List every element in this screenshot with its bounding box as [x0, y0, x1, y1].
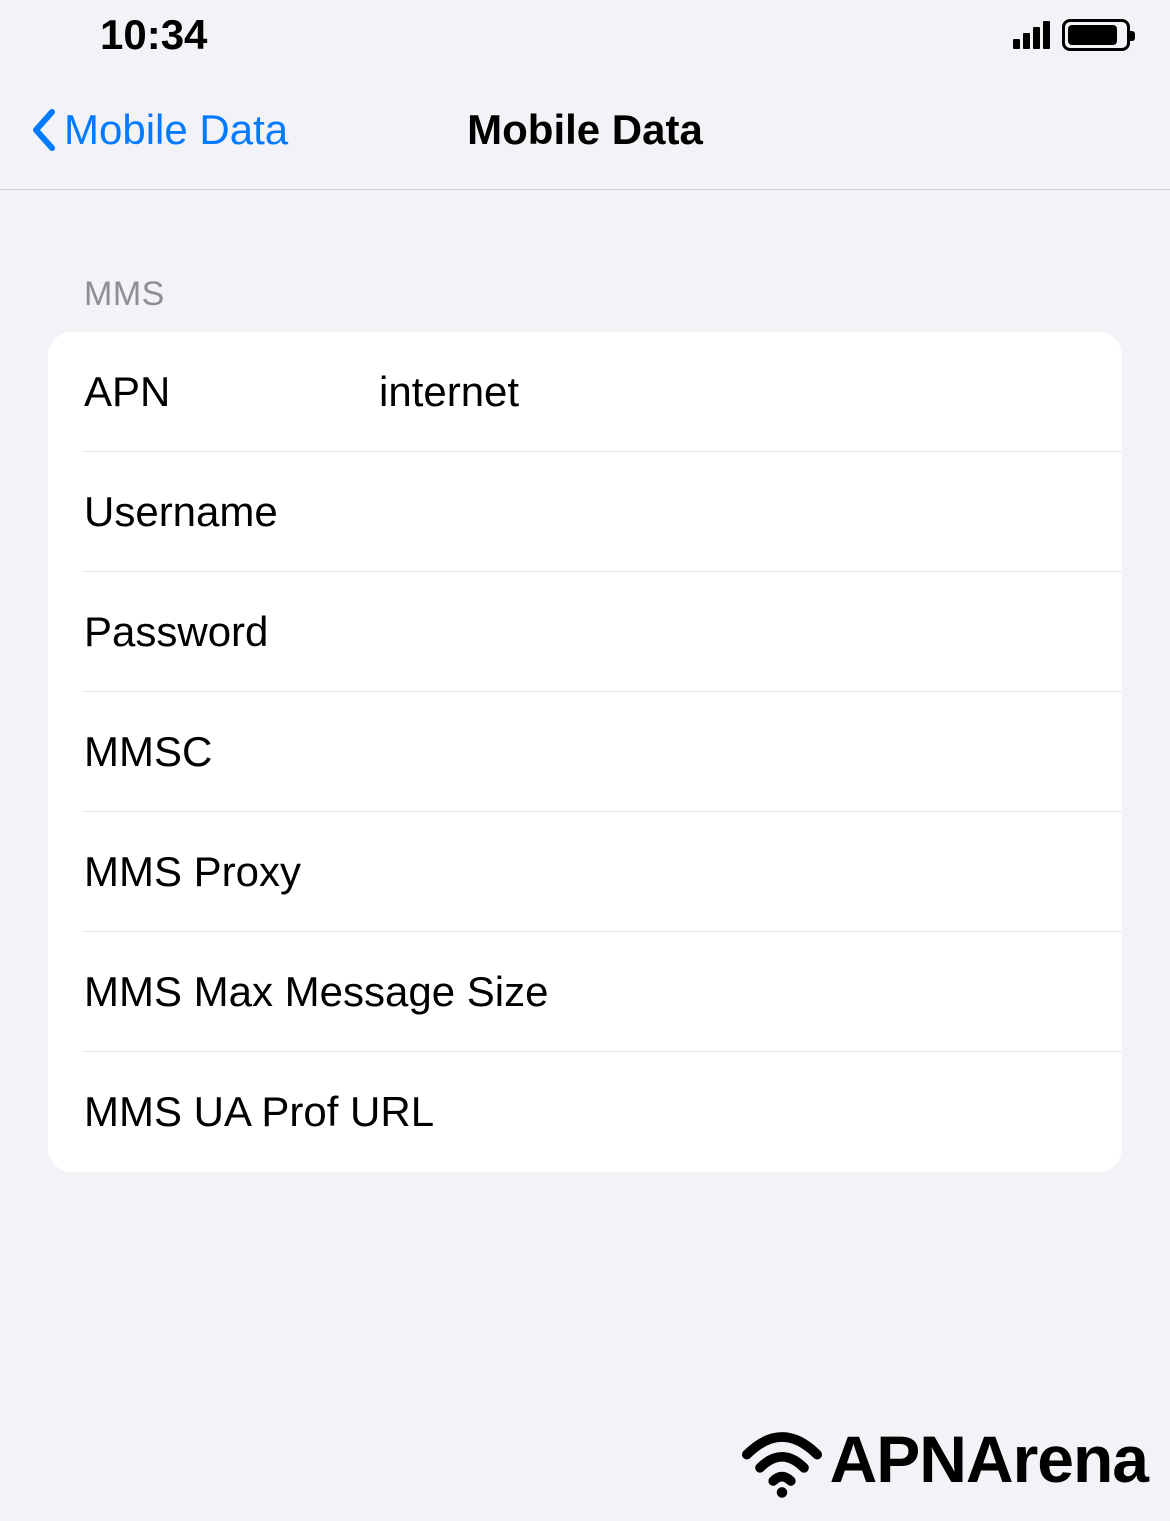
- status-bar: 10:34: [0, 0, 1170, 70]
- cellular-signal-icon: [1013, 21, 1050, 49]
- navigation-bar: Mobile Data Mobile Data: [0, 70, 1170, 190]
- apn-row[interactable]: APN: [84, 332, 1122, 452]
- brand-text: APNArena: [830, 1421, 1148, 1497]
- password-label: Password: [84, 608, 379, 656]
- mms-max-message-size-row[interactable]: MMS Max Message Size: [84, 932, 1122, 1052]
- username-label: Username: [84, 488, 379, 536]
- mms-ua-prof-url-row[interactable]: MMS UA Prof URL: [48, 1052, 1122, 1172]
- status-time: 10:34: [100, 11, 207, 59]
- mmsc-input[interactable]: [379, 728, 1086, 776]
- section-header-mms: MMS: [84, 275, 1122, 314]
- chevron-left-icon: [30, 109, 56, 151]
- page-title: Mobile Data: [467, 106, 703, 154]
- username-row[interactable]: Username: [84, 452, 1122, 572]
- mms-max-message-size-label: MMS Max Message Size: [84, 968, 548, 1016]
- apn-label: APN: [84, 368, 379, 416]
- mms-ua-prof-url-label: MMS UA Prof URL: [84, 1088, 434, 1136]
- mms-settings-group: APN Username Password MMSC MMS Proxy MMS…: [48, 332, 1122, 1172]
- content-area: MMS APN Username Password MMSC MMS Proxy…: [0, 275, 1170, 1172]
- mms-max-message-size-input[interactable]: [548, 968, 1089, 1016]
- wifi-icon: [738, 1415, 826, 1503]
- password-input[interactable]: [379, 608, 1086, 656]
- mmsc-row[interactable]: MMSC: [84, 692, 1122, 812]
- username-input[interactable]: [379, 488, 1086, 536]
- mmsc-label: MMSC: [84, 728, 379, 776]
- brand-logo: APNArena: [738, 1415, 1148, 1503]
- mms-proxy-label: MMS Proxy: [84, 848, 379, 896]
- mms-proxy-row[interactable]: MMS Proxy: [84, 812, 1122, 932]
- back-button[interactable]: Mobile Data: [30, 106, 288, 154]
- mms-ua-prof-url-input[interactable]: [434, 1088, 1086, 1136]
- status-indicators: [1013, 19, 1130, 51]
- password-row[interactable]: Password: [84, 572, 1122, 692]
- apn-input[interactable]: [379, 368, 1086, 416]
- mms-proxy-input[interactable]: [379, 848, 1086, 896]
- back-label: Mobile Data: [64, 106, 288, 154]
- battery-icon: [1062, 19, 1130, 51]
